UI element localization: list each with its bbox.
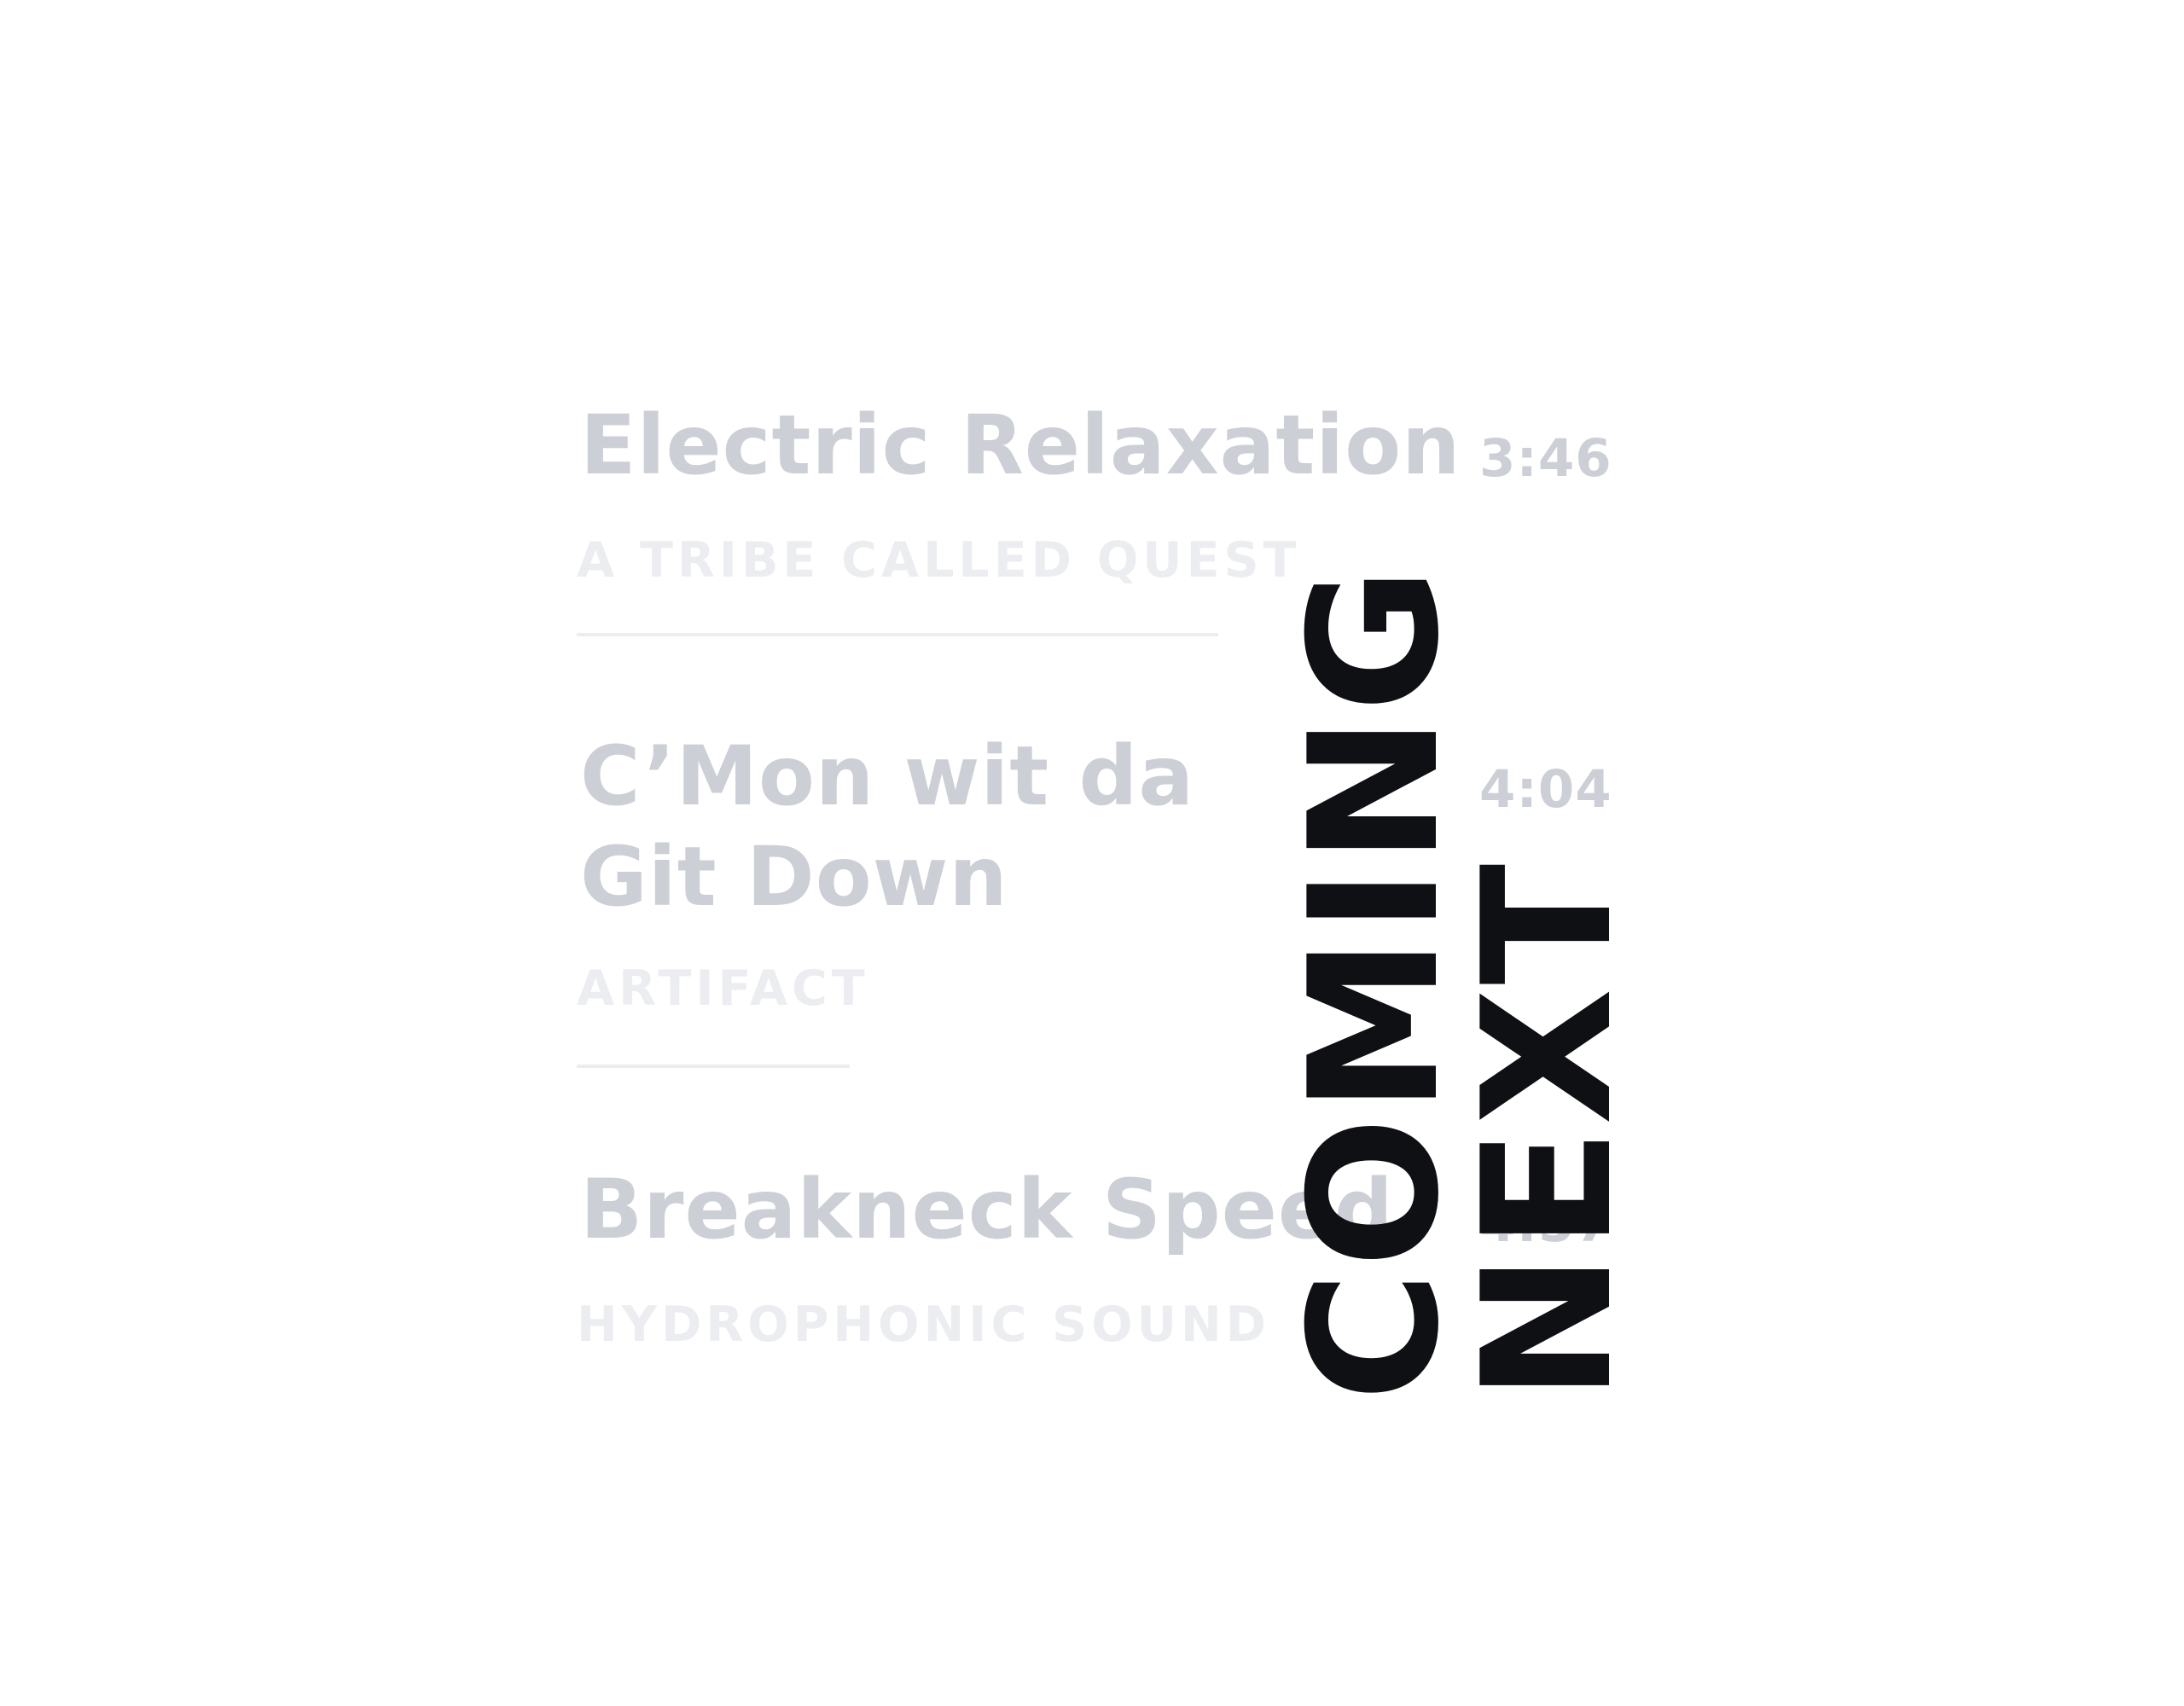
next-heading: NEXT <box>1445 860 1652 1401</box>
track-duration: 4:04 <box>1479 759 1612 820</box>
track-artist: ARTIFACT <box>577 960 869 1017</box>
track-title-line-2: Git Down <box>580 829 1008 925</box>
track-artist: HYDROPHONIC SOUND <box>577 1297 1270 1353</box>
track-duration: 3:46 <box>1479 428 1612 489</box>
track-divider <box>577 633 1218 636</box>
track-divider <box>577 1065 850 1068</box>
track-title: Electric Relaxation <box>580 397 1461 493</box>
track-title-line-1: C’Mon wit da <box>580 728 1195 824</box>
coming-heading: COMING <box>1272 563 1478 1401</box>
track-artist: A TRIBE CALLED QUEST <box>577 532 1301 589</box>
up-next-playlist: Electric Relaxation A TRIBE CALLED QUEST… <box>0 0 2184 1706</box>
